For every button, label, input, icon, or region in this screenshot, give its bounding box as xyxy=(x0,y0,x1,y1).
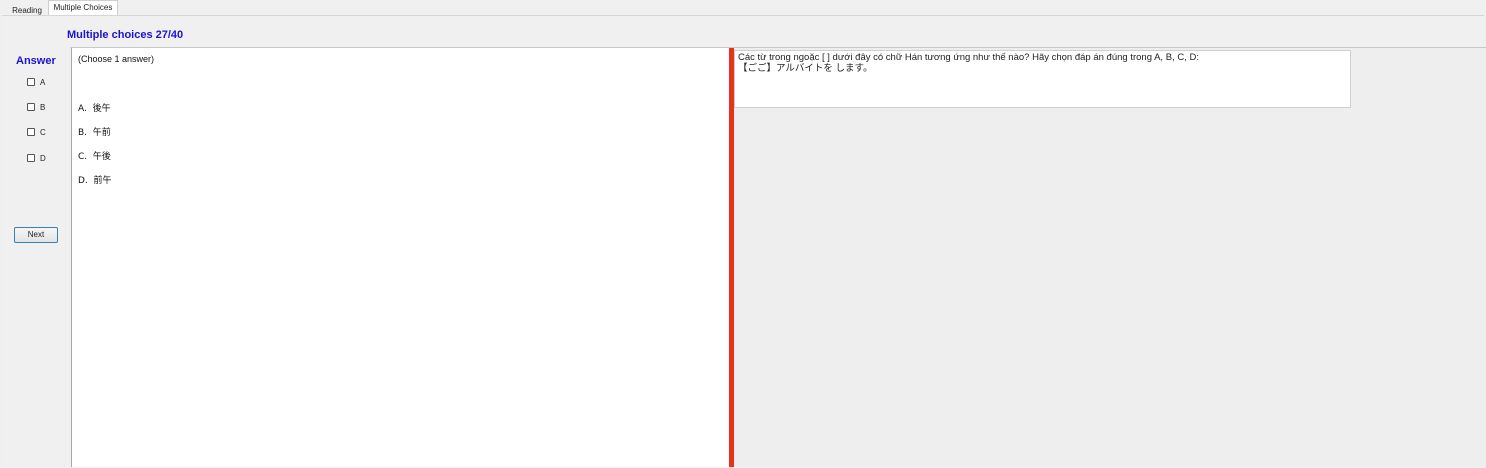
page-title: Multiple choices 27/40 xyxy=(67,29,184,41)
instruction-text: (Choose 1 answer) xyxy=(78,54,155,64)
choice-a: A. 後午 xyxy=(78,104,111,114)
question-line-1: Các từ trong ngoặc [ ] dưới đây có chữ H… xyxy=(738,52,1199,63)
checkbox-b[interactable] xyxy=(27,103,35,111)
question-pane xyxy=(734,48,1486,467)
tab-multiple-choices[interactable]: Multiple Choices xyxy=(48,0,118,16)
choice-b: B. 午前 xyxy=(78,128,111,138)
checkbox-d[interactable] xyxy=(27,154,35,162)
answer-option-b[interactable]: B xyxy=(27,101,45,113)
checkbox-d-label: D xyxy=(40,153,46,163)
answer-label: Answer xyxy=(16,55,56,67)
checkbox-a[interactable] xyxy=(27,78,35,86)
checkbox-a-label: A xyxy=(40,77,46,87)
checkbox-c-label: C xyxy=(40,127,46,137)
answer-option-d[interactable]: D xyxy=(27,152,46,164)
question-line-2: 【ごご】アルバイトを します。 xyxy=(738,63,873,74)
choice-c: C. 午後 xyxy=(78,152,111,162)
checkbox-c[interactable] xyxy=(27,128,35,136)
next-button[interactable]: Next xyxy=(14,227,58,243)
tab-strip: Reading Multiple Choices xyxy=(0,0,1486,16)
answer-option-a[interactable]: A xyxy=(27,76,45,88)
choice-d: D. 前午 xyxy=(78,176,112,186)
question-text-box: Các từ trong ngoặc [ ] dưới đây có chữ H… xyxy=(734,50,1351,108)
checkbox-b-label: B xyxy=(40,102,46,112)
choices-panel: (Choose 1 answer) A. 後午 B. 午前 C. 午後 D. 前… xyxy=(71,48,729,467)
answer-option-c[interactable]: C xyxy=(27,126,46,138)
